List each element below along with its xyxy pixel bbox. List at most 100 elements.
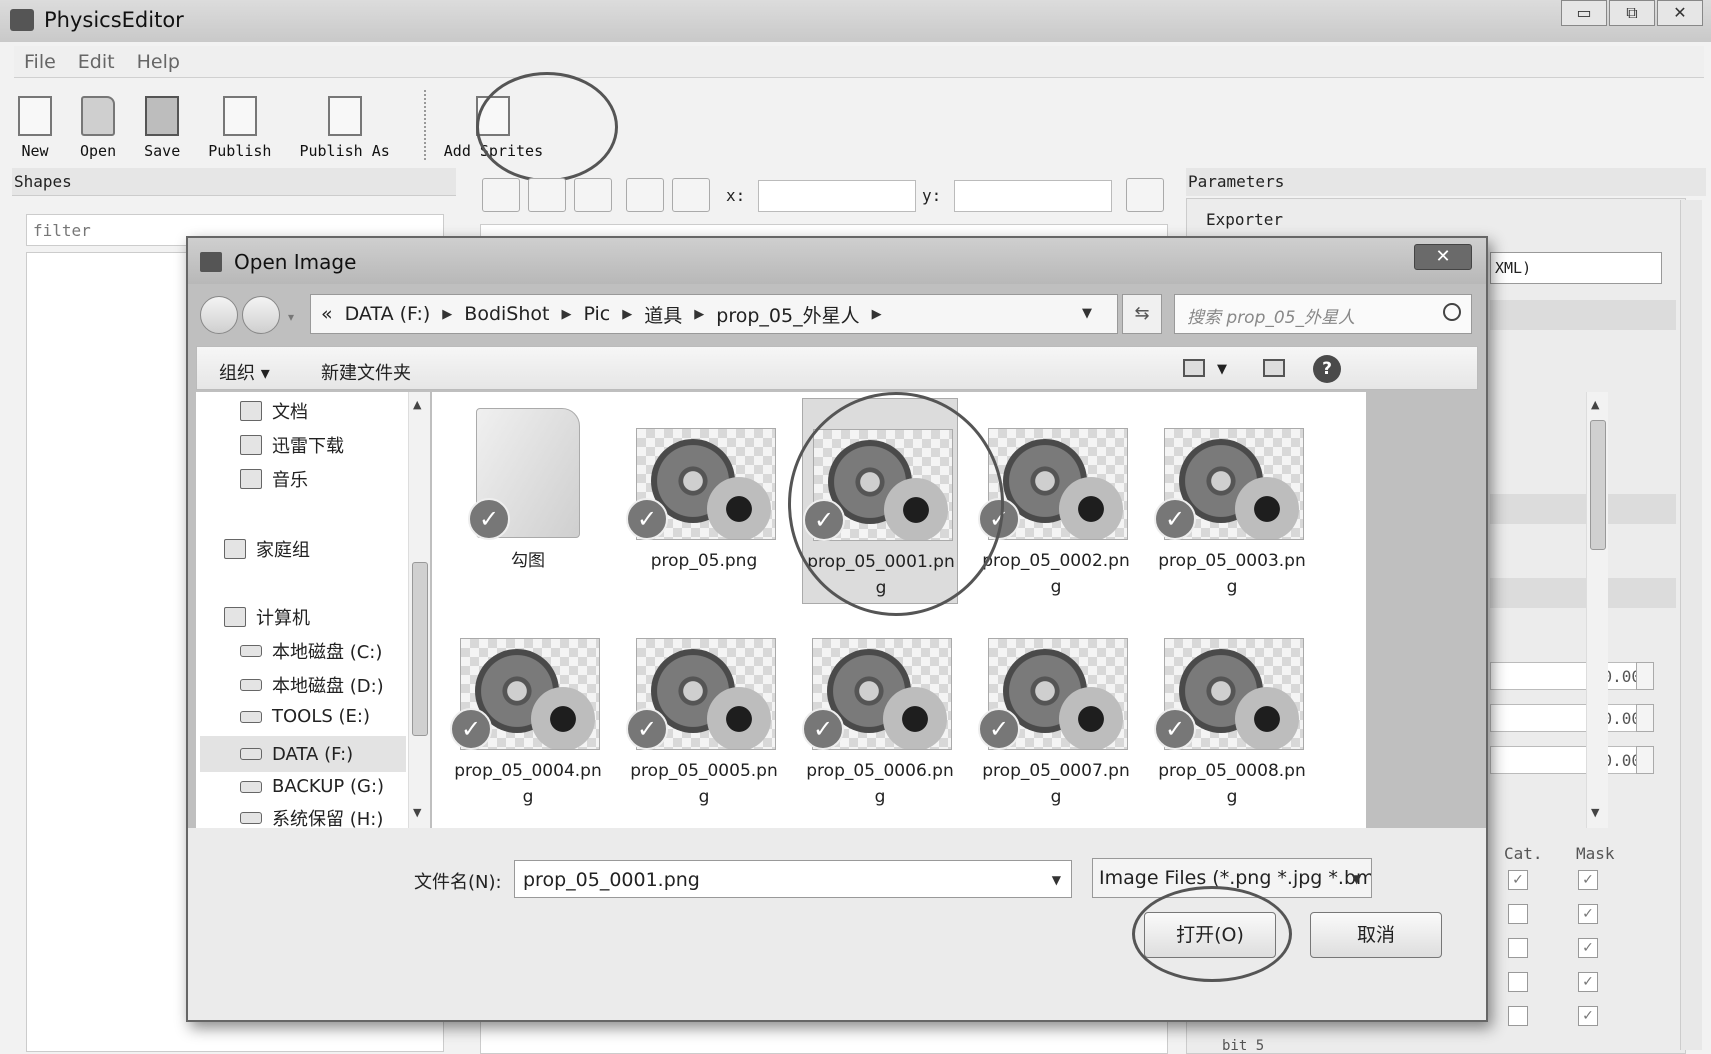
cancel-button[interactable]: 取消 [1310, 912, 1442, 958]
history-dropdown-icon[interactable]: ▾ [288, 310, 294, 324]
chevron-right-icon[interactable]: ▶ [622, 307, 632, 322]
chevron-right-icon[interactable]: ▶ [694, 307, 704, 322]
menu-help[interactable]: Help [137, 51, 180, 73]
breadcrumb-bodishot[interactable]: BodiShot [464, 303, 549, 325]
app-icon [10, 9, 34, 31]
publish-button[interactable]: Publish [208, 96, 271, 160]
mask-checkbox[interactable]: ✓ [1578, 904, 1598, 924]
exporter-select[interactable]: XML) [1490, 252, 1662, 284]
nav-item-drive-c[interactable]: 本地磁盘 (C:) [240, 638, 382, 664]
file-item[interactable]: ✓ prop_05_0008.png [1154, 608, 1310, 814]
spinner-arrows-icon[interactable] [1636, 662, 1654, 690]
file-item[interactable]: ✓ prop_05_0005.png [626, 608, 782, 814]
polygon-tool-button[interactable] [528, 178, 566, 212]
nav-item-music[interactable]: 音乐 [240, 466, 308, 492]
file-item[interactable]: ✓ prop_05_0003.png [1154, 398, 1310, 604]
breadcrumb-props[interactable]: 道具 [644, 301, 682, 328]
files-scrollbar[interactable]: ▲ ▼ [1586, 392, 1608, 828]
menu-file[interactable]: File [24, 51, 56, 73]
flip-vertical-button[interactable] [672, 178, 710, 212]
y-coordinate-input[interactable] [954, 180, 1112, 212]
cat-checkbox[interactable] [1508, 938, 1528, 958]
nav-item-homegroup[interactable]: 家庭组 [224, 536, 310, 562]
chevron-right-icon[interactable]: ▶ [872, 307, 882, 322]
scrollbar-thumb[interactable] [1590, 420, 1606, 550]
filename-value: prop_05_0001.png [523, 869, 700, 891]
change-view-icon[interactable] [1183, 359, 1205, 377]
magic-wand-tool-button[interactable] [574, 178, 612, 212]
minimize-button[interactable]: ▭ [1561, 0, 1607, 26]
file-type-value: Image Files (*.png *.jpg *.bm [1099, 867, 1372, 889]
mask-checkbox[interactable]: ✓ [1578, 1006, 1598, 1026]
cat-checkbox[interactable]: ✓ [1508, 870, 1528, 890]
nav-item-drive-g[interactable]: BACKUP (G:) [240, 776, 384, 797]
chevron-right-icon[interactable]: ▶ [561, 307, 571, 322]
x-coordinate-input[interactable] [758, 180, 916, 212]
open-button[interactable]: Open [80, 96, 116, 160]
breadcrumb-drive[interactable]: DATA (F:) [345, 303, 431, 325]
y-label: y: [922, 186, 942, 205]
drive-icon [240, 679, 262, 691]
param-value-field[interactable]: 0.00 [1490, 662, 1650, 690]
publish-as-button[interactable]: Publish As [299, 96, 390, 160]
param-value-field[interactable]: 0.00 [1490, 746, 1650, 774]
breadcrumb-pic[interactable]: Pic [583, 303, 610, 325]
breadcrumb-overflow[interactable]: « [321, 303, 333, 325]
nav-item-drive-h[interactable]: 系统保留 (H:) [240, 808, 383, 828]
back-arrow-icon[interactable] [200, 296, 238, 334]
file-item[interactable]: ✓ prop_05_0006.png [802, 608, 958, 814]
dialog-close-button[interactable]: ✕ [1414, 244, 1472, 270]
refresh-icon[interactable]: ⇆ [1122, 294, 1162, 334]
address-bar[interactable]: « DATA (F:) ▶ BodiShot ▶ Pic ▶ 道具 ▶ prop… [310, 294, 1118, 334]
scroll-down-icon[interactable]: ▼ [1591, 806, 1599, 819]
file-item[interactable]: ✓ prop_05.png [626, 398, 782, 604]
mask-checkbox[interactable]: ✓ [1578, 972, 1598, 992]
spinner-arrows-icon[interactable] [1636, 746, 1654, 774]
nav-item-computer[interactable]: 计算机 [224, 604, 310, 630]
clipboard-tool-button[interactable] [1126, 178, 1164, 212]
scroll-up-icon[interactable]: ▲ [1591, 398, 1599, 411]
nav-scrollbar[interactable]: ▲ ▼ [408, 392, 430, 828]
nav-item-documents[interactable]: 文档 [240, 398, 308, 424]
breadcrumb-current[interactable]: prop_05_外星人 [716, 301, 859, 328]
cat-checkbox[interactable] [1508, 1006, 1528, 1026]
parameters-scrollbar[interactable] [1680, 200, 1702, 1050]
view-dropdown-icon[interactable]: ▼ [1217, 362, 1227, 377]
save-button[interactable]: Save [144, 96, 180, 160]
mask-checkbox[interactable]: ✓ [1578, 870, 1598, 890]
mask-checkbox[interactable]: ✓ [1578, 938, 1598, 958]
filename-input[interactable]: prop_05_0001.png ▼ [514, 860, 1072, 898]
scroll-up-icon[interactable]: ▲ [413, 398, 421, 411]
flip-horizontal-button[interactable] [626, 178, 664, 212]
bit-label: bit 5 [1222, 1038, 1265, 1054]
scroll-down-icon[interactable]: ▼ [413, 806, 421, 819]
circle-tool-button[interactable] [482, 178, 520, 212]
filename-dropdown-icon[interactable]: ▼ [1052, 873, 1061, 887]
search-icon[interactable] [1443, 303, 1461, 321]
organize-menu[interactable]: 组织 ▾ [219, 359, 270, 385]
nav-item-downloads[interactable]: 迅雷下载 [240, 432, 344, 458]
chevron-right-icon[interactable]: ▶ [442, 307, 452, 322]
cat-checkbox[interactable] [1508, 972, 1528, 992]
spinner-arrows-icon[interactable] [1636, 704, 1654, 732]
new-button[interactable]: New [18, 96, 52, 160]
file-type-dropdown-icon[interactable]: ▼ [1352, 872, 1361, 886]
address-dropdown-icon[interactable]: ▼ [1082, 306, 1092, 321]
file-item[interactable]: ✓ prop_05_0004.png [450, 608, 606, 814]
maximize-button[interactable]: ⧉ [1609, 0, 1655, 26]
nav-item-drive-d[interactable]: 本地磁盘 (D:) [240, 672, 384, 698]
file-item[interactable]: ✓ prop_05_0007.png [978, 608, 1134, 814]
nav-item-drive-f[interactable]: DATA (F:) [200, 736, 406, 772]
folder-item[interactable]: ✓ 勾图 [450, 398, 606, 604]
preview-pane-icon[interactable] [1263, 359, 1285, 377]
param-value-field[interactable]: 0.00 [1490, 704, 1650, 732]
nav-item-drive-e[interactable]: TOOLS (E:) [240, 706, 370, 727]
search-input[interactable]: 搜索 prop_05_外星人 [1174, 294, 1472, 334]
forward-arrow-icon[interactable] [242, 296, 280, 334]
help-icon[interactable]: ? [1313, 355, 1341, 383]
cat-checkbox[interactable] [1508, 904, 1528, 924]
scrollbar-thumb[interactable] [412, 562, 428, 736]
close-button[interactable]: ✕ [1657, 0, 1703, 26]
menu-edit[interactable]: Edit [78, 51, 115, 73]
new-folder-button[interactable]: 新建文件夹 [321, 359, 411, 385]
